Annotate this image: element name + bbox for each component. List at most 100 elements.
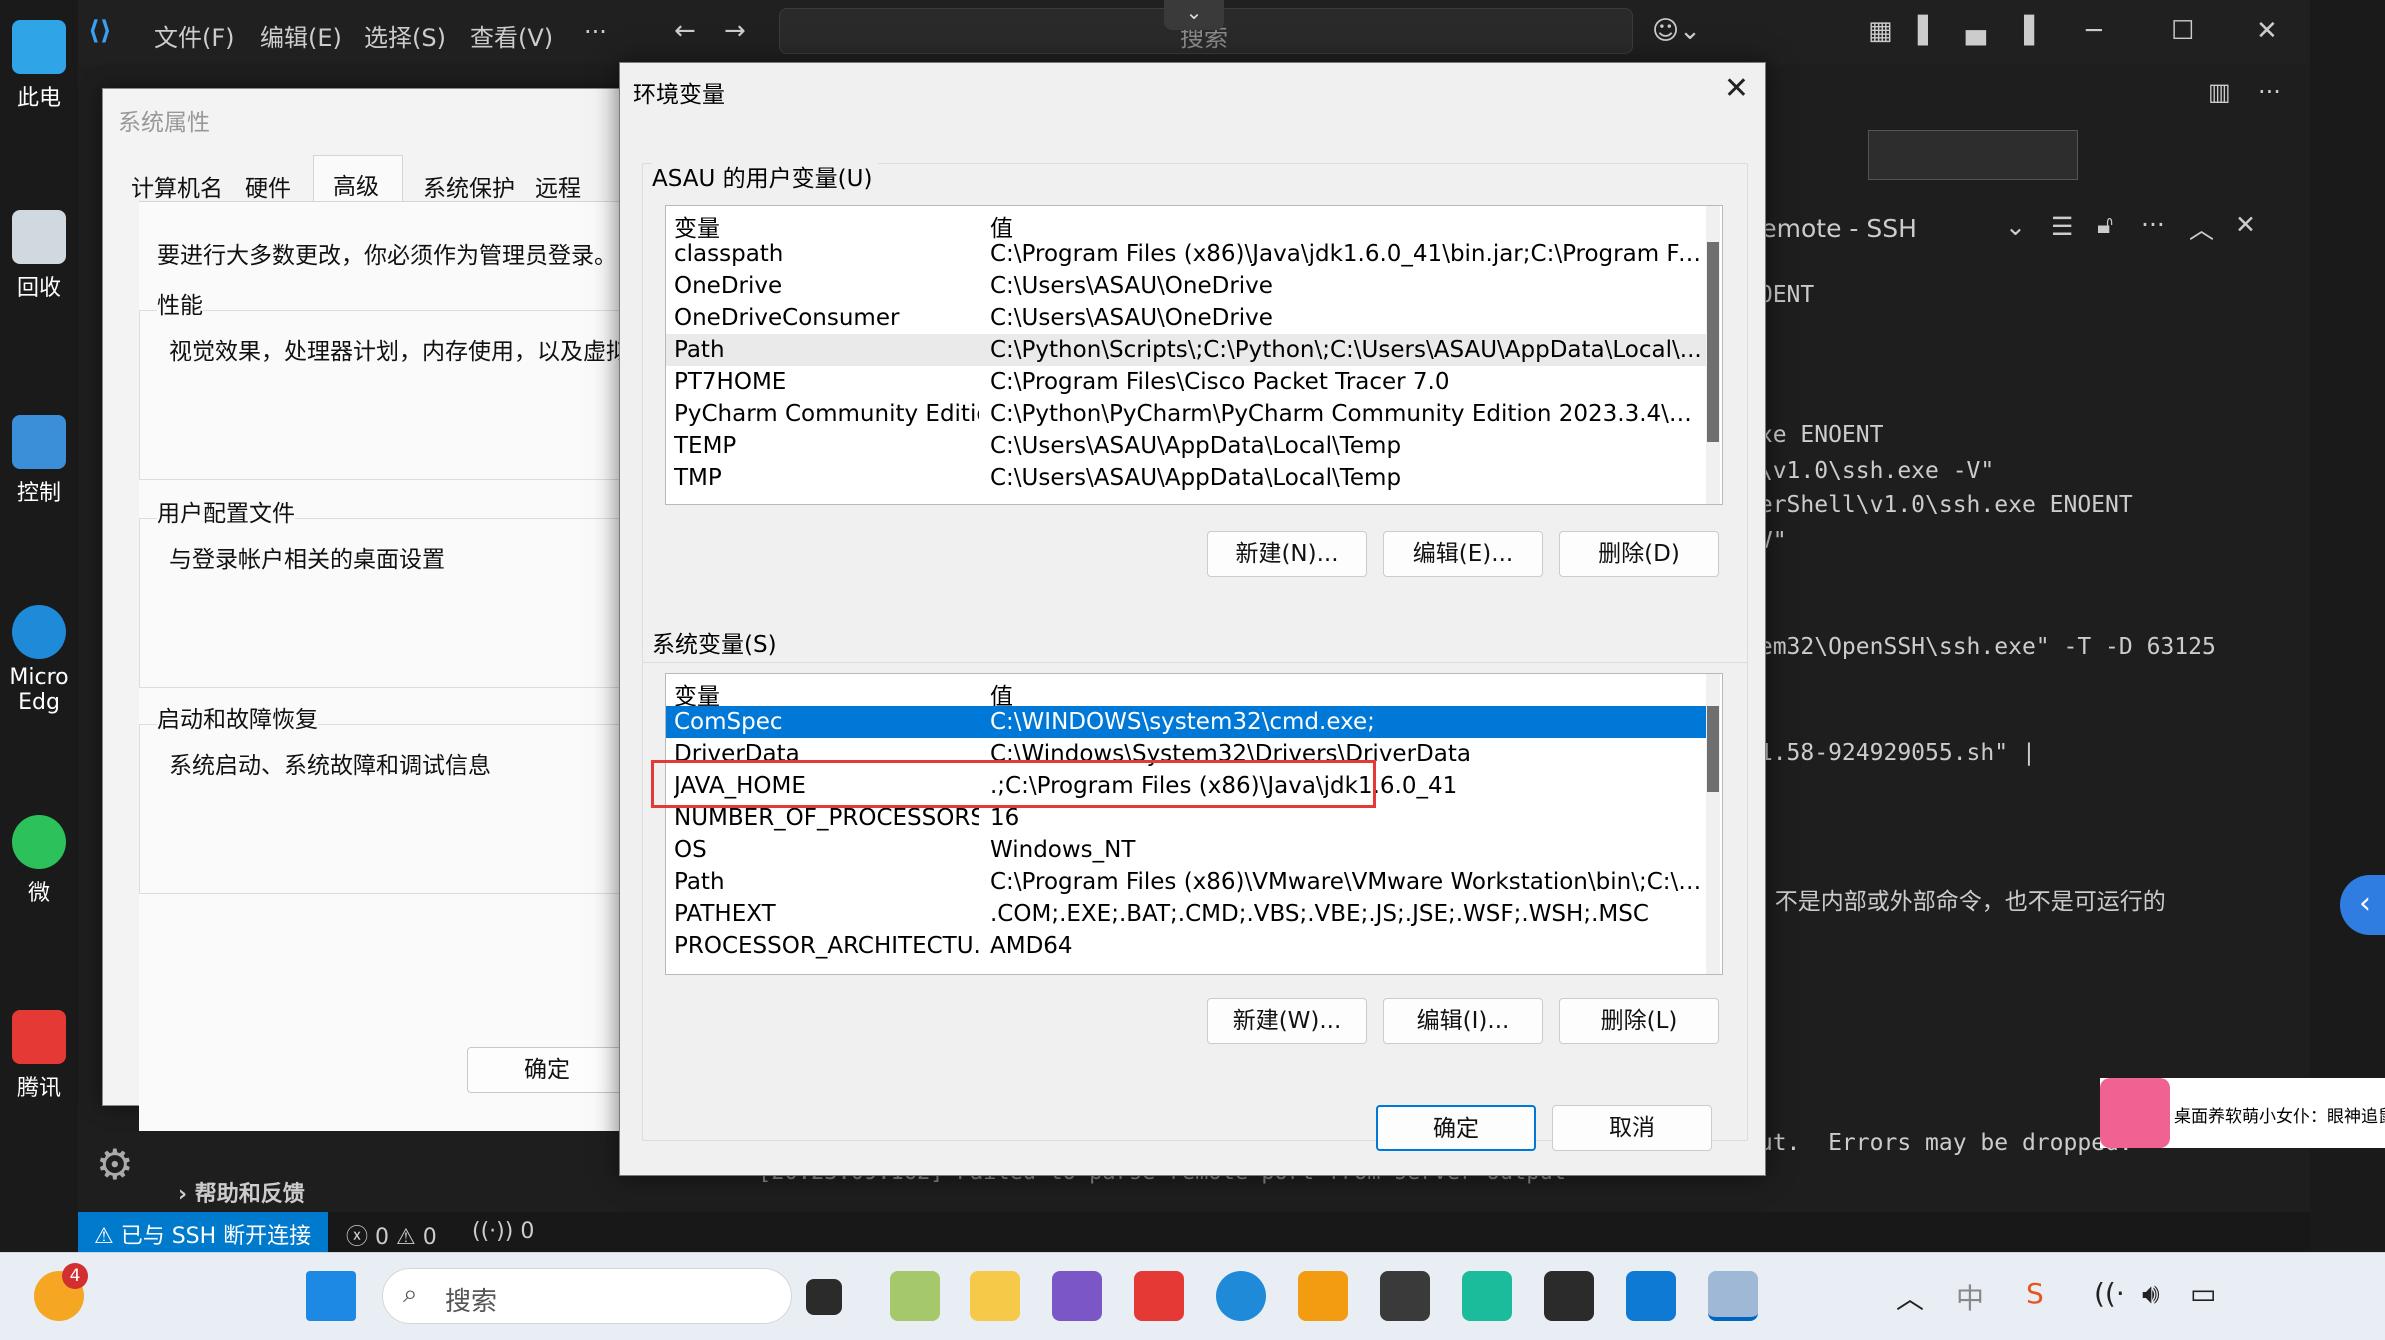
table-row[interactable]: PyCharm Community Edition C:\Python\PyCha… <box>666 398 1706 430</box>
desktop-icon-control-panel[interactable]: 控制 <box>0 415 78 507</box>
edge-icon[interactable] <box>1216 1271 1266 1321</box>
tab-hardware[interactable]: 硬件 <box>245 169 291 203</box>
notepad-icon[interactable] <box>890 1271 940 1321</box>
help-feedback-item[interactable]: › 帮助和反馈 <box>178 1176 305 1208</box>
chevron-down-icon[interactable]: ⌄ <box>2005 212 2026 241</box>
battery-icon[interactable]: ▭ <box>2190 1277 2216 1310</box>
wifi-icon[interactable]: ((· <box>2094 1277 2125 1310</box>
menu-more[interactable]: ··· <box>584 18 607 46</box>
lock-icon[interactable]: 🔓︎ <box>2097 210 2113 240</box>
tab-system-protection[interactable]: 系统保护 <box>423 169 515 203</box>
warning-count: 0 <box>422 1225 437 1250</box>
desktop-icon-wechat[interactable]: 微 <box>0 815 78 907</box>
table-row[interactable]: OS Windows_NT <box>666 834 1706 866</box>
visual-studio-icon[interactable] <box>1052 1271 1102 1321</box>
table-row[interactable]: PATHEXT .COM;.EXE;.BAT;.CMD;.VBS;.VBE;.JS… <box>666 898 1706 930</box>
copilot-icon[interactable]: ☺⌄ <box>1652 16 1701 46</box>
ok-button[interactable]: 确定 <box>1376 1105 1536 1151</box>
desktop-icon-edge[interactable]: Micro Edg <box>0 605 78 715</box>
more-actions-icon[interactable]: ··· <box>2258 78 2281 106</box>
system-new-button[interactable]: 新建(W)... <box>1207 998 1367 1044</box>
system-delete-button[interactable]: 删除(L) <box>1559 998 1719 1044</box>
close-panel-icon[interactable]: ✕ <box>2235 210 2256 239</box>
user-new-button[interactable]: 新建(N)... <box>1207 531 1367 577</box>
more-icon[interactable]: ··· <box>2141 210 2165 239</box>
taskbar-search-box[interactable]: ⌕ 搜索 <box>382 1268 792 1324</box>
back-arrow-icon[interactable]: ← <box>674 16 696 46</box>
toggle-panel-icon[interactable]: ▄ <box>1966 16 1986 46</box>
maximize-panel-icon[interactable]: ︿ <box>2189 210 2214 246</box>
scrollbar[interactable] <box>1706 674 1720 974</box>
close-window-icon[interactable]: ✕ <box>2256 16 2278 46</box>
table-row[interactable]: Path C:\Program Files (x86)\VMware\VMware… <box>666 866 1706 898</box>
variable-name: NUMBER_OF_PROCESSORS <box>674 805 979 831</box>
variable-value: C:\Python\Scripts\;C:\Python\;C:\Users\A… <box>990 337 1702 363</box>
desktop-icon-recycle-bin[interactable]: 回收 <box>0 210 78 302</box>
terminal-icon[interactable] <box>1544 1271 1594 1321</box>
variable-name: TMP <box>674 465 722 491</box>
user-variables-list[interactable]: 变量 值 classpath C:\Program Files (x86)\Jav… <box>665 205 1723 505</box>
wps-icon[interactable] <box>1134 1271 1184 1321</box>
anime-avatar <box>2100 1078 2170 1148</box>
sogou-icon[interactable]: S <box>2026 1277 2044 1310</box>
gear-icon[interactable]: ⚙ <box>96 1140 134 1189</box>
remote-status-button[interactable]: ⚠ 已与 SSH 断开连接 <box>78 1212 328 1252</box>
layout-icon[interactable]: ▦ <box>1868 16 1893 46</box>
ok-button[interactable]: 确定 <box>467 1047 627 1093</box>
toggle-secondary-sidebar-icon[interactable]: ▐ <box>2014 16 2034 46</box>
toggle-sidebar-icon[interactable]: ▌ <box>1918 16 1938 46</box>
maximize-icon[interactable]: ☐ <box>2171 16 2194 46</box>
table-row[interactable]: classpath C:\Program Files (x86)\Java\jdk… <box>666 238 1706 270</box>
menu-file[interactable]: 文件(F) <box>154 18 235 53</box>
overlay-popup[interactable]: 桌面养软萌小女仆：眼神追鼠标 <box>2100 1078 2385 1148</box>
packet-tracer-icon[interactable] <box>1380 1271 1430 1321</box>
startup-recovery-description: 系统启动、系统故障和调试信息 <box>169 753 491 779</box>
system-variables-list[interactable]: 变量 值 ComSpec C:\WINDOWS\system32\cmd.exe;… <box>665 673 1723 975</box>
menu-selection[interactable]: 选择(S) <box>364 18 446 53</box>
ports-status[interactable]: ((·)) 0 <box>472 1219 534 1244</box>
log-line: tem32\OpenSSH\ssh.exe" -T -D 63125 <box>1745 634 2216 660</box>
chevron-left-icon[interactable]: ‹ <box>2340 875 2385 935</box>
table-row[interactable]: TEMP C:\Users\ASAU\AppData\Local\Temp <box>666 430 1706 462</box>
table-row[interactable]: OneDriveConsumer C:\Users\ASAU\OneDrive <box>666 302 1706 334</box>
cancel-button[interactable]: 取消 <box>1552 1105 1712 1151</box>
user-delete-button[interactable]: 删除(D) <box>1559 531 1719 577</box>
desktop-icon-this-pc[interactable]: 此电 <box>0 20 78 112</box>
task-view-icon[interactable] <box>806 1279 842 1315</box>
split-editor-icon[interactable]: ▥ <box>2208 78 2231 106</box>
problems-status[interactable]: ⓧ 0 ⚠ 0 <box>346 1219 437 1251</box>
tab-remote[interactable]: 远程 <box>535 169 581 203</box>
start-icon[interactable] <box>306 1271 356 1321</box>
file-explorer-icon[interactable] <box>970 1271 1020 1321</box>
chevron-down-icon[interactable]: ⌄ <box>1164 0 1224 30</box>
forward-arrow-icon[interactable]: → <box>724 16 746 46</box>
table-row[interactable]: Path C:\Python\Scripts\;C:\Python\;C:\Use… <box>666 334 1706 366</box>
vscode-icon[interactable] <box>1626 1271 1676 1321</box>
table-row[interactable]: OneDrive C:\Users\ASAU\OneDrive <box>666 270 1706 302</box>
system-edit-button[interactable]: 编辑(I)... <box>1383 998 1543 1044</box>
minimize-icon[interactable]: ─ <box>2086 16 2102 46</box>
tab-advanced[interactable]: 高级 <box>333 167 379 201</box>
chevron-up-icon[interactable]: ︿ <box>1896 1277 1924 1317</box>
broadcast-icon: ((·)) <box>472 1219 521 1244</box>
desktop-icon-label: 此电 <box>16 86 61 111</box>
feishu-icon[interactable] <box>1462 1271 1512 1321</box>
variable-name: PT7HOME <box>674 369 787 395</box>
close-icon[interactable]: ✕ <box>1724 71 1749 106</box>
desktop-icon-tencent[interactable]: 腾讯 <box>0 1010 78 1102</box>
output-channel-dropdown[interactable]: Remote - SSH <box>1745 214 1917 243</box>
menu-edit[interactable]: 编辑(E) <box>260 18 342 53</box>
filter-list-icon[interactable]: ☰ <box>2051 212 2073 241</box>
ime-indicator[interactable]: 中 <box>1956 1277 1984 1317</box>
table-row[interactable]: PT7HOME C:\Program Files\Cisco Packet Tra… <box>666 366 1706 398</box>
system-properties-taskbar-icon[interactable] <box>1708 1271 1758 1321</box>
volume-icon[interactable]: 🔊︎ <box>2142 1277 2160 1311</box>
scrollbar[interactable] <box>1706 206 1720 504</box>
tab-computer-name[interactable]: 计算机名 <box>131 169 223 203</box>
app-icon[interactable] <box>1298 1271 1348 1321</box>
table-row[interactable]: PROCESSOR_ARCHITECTU... AMD64 <box>666 930 1706 962</box>
table-row-selected[interactable]: ComSpec C:\WINDOWS\system32\cmd.exe; <box>666 706 1706 738</box>
user-edit-button[interactable]: 编辑(E)... <box>1383 531 1543 577</box>
menu-view[interactable]: 查看(V) <box>470 18 553 53</box>
table-row[interactable]: TMP C:\Users\ASAU\AppData\Local\Temp <box>666 462 1706 494</box>
